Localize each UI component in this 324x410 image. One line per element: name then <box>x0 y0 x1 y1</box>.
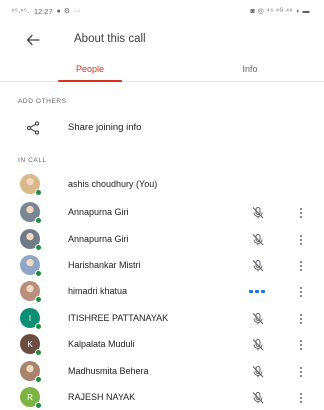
page-title: About this call <box>74 33 146 45</box>
participant-row[interactable]: I ITISHREE PATTANAYAK <box>0 306 324 332</box>
participant-row[interactable]: K Kalpalata Muduli <box>0 332 324 358</box>
avatar-wrap <box>20 229 42 251</box>
share-joining-info-button[interactable]: Share joining info <box>0 114 324 142</box>
presence-dot <box>35 217 42 224</box>
presence-dot <box>35 349 42 356</box>
mic-off-icon[interactable] <box>250 390 266 406</box>
share-joining-info-label: Share joining info <box>68 122 142 133</box>
avatar-wrap <box>20 255 42 277</box>
participant-row[interactable]: R RAJESH NAYAK <box>0 385 324 410</box>
status-bar: ⁿ⁵.ⁿ⁵. 12:27 ● ⚙ ··· ◙ ◎ ⁴⁶ ⁴ᴳ ⁴⁶ ◖ ▬ <box>0 0 324 22</box>
presence-dot <box>35 189 42 196</box>
participant-name: Kalpalata Muduli <box>68 339 135 349</box>
mic-off-icon[interactable] <box>250 337 266 353</box>
participant-name: Madhusmita Behera <box>68 366 149 376</box>
more-options-button[interactable] <box>296 232 306 248</box>
system-icons: ◙ ◎ ⁴⁶ ⁴ᴳ ⁴⁶ ◖ ▬ <box>250 8 310 15</box>
participant-row[interactable]: Annapurna Giri <box>0 227 324 253</box>
participant-row[interactable]: Madhusmita Behera <box>0 359 324 385</box>
mic-off-icon[interactable] <box>250 232 266 248</box>
participant-name: Annapurna Giri <box>68 207 129 217</box>
avatar-wrap: K <box>20 334 42 356</box>
tab-selected-indicator <box>58 80 122 82</box>
status-time: 12:27 <box>33 6 53 16</box>
more-options-button[interactable] <box>296 390 306 406</box>
participant-name: RAJESH NAYAK <box>68 392 136 402</box>
presence-dot <box>35 296 42 303</box>
app-bar: About this call <box>0 24 324 56</box>
participant-name: ashis choudhury (You) <box>68 179 158 189</box>
mic-off-icon[interactable] <box>250 205 266 221</box>
mic-off-icon[interactable] <box>250 258 266 274</box>
participant-name: Harishankar Mistri <box>68 260 141 270</box>
participant-name: himadri khatua <box>68 286 128 296</box>
mic-off-icon[interactable] <box>250 311 266 327</box>
avatar-wrap: I <box>20 308 42 330</box>
more-options-button[interactable] <box>296 258 306 274</box>
participant-name: ITISHREE PATTANAYAK <box>68 313 169 323</box>
section-add-others: ADD OTHERS <box>18 98 67 105</box>
presence-dot <box>35 402 42 409</box>
presence-dot <box>35 376 42 383</box>
avatar-initial: R <box>27 392 33 402</box>
notification-icons: ● ⚙ ··· <box>56 8 82 15</box>
presence-dot <box>35 323 42 330</box>
tab-bar: People Info <box>0 56 324 82</box>
speaking-indicator-icon <box>249 290 265 293</box>
mic-off-icon[interactable] <box>250 364 266 380</box>
avatar-wrap <box>20 174 42 196</box>
presence-dot <box>35 270 42 277</box>
participant-row[interactable]: Annapurna Giri <box>0 200 324 226</box>
participant-row[interactable]: Harishankar Mistri <box>0 253 324 279</box>
more-options-button[interactable] <box>296 311 306 327</box>
participant-name: Annapurna Giri <box>68 234 129 244</box>
avatar-wrap: R <box>20 387 42 409</box>
participant-row[interactable]: ashis choudhury (You) <box>0 172 324 198</box>
avatar-wrap <box>20 281 42 303</box>
avatar-initial: K <box>27 339 33 349</box>
more-options-button[interactable] <box>296 364 306 380</box>
participant-row[interactable]: himadri khatua <box>0 279 324 305</box>
tab-people[interactable]: People <box>48 56 132 82</box>
signal-icon: ⁿ⁵.ⁿ⁵. <box>12 7 30 15</box>
tab-info[interactable]: Info <box>208 56 292 82</box>
more-options-button[interactable] <box>296 284 306 300</box>
avatar-wrap <box>20 202 42 224</box>
more-options-button[interactable] <box>296 337 306 353</box>
more-options-button[interactable] <box>296 205 306 221</box>
back-button[interactable] <box>22 30 44 50</box>
status-left: ⁿ⁵.ⁿ⁵. 12:27 ● ⚙ ··· <box>12 7 81 16</box>
share-icon <box>26 121 40 135</box>
presence-dot <box>35 244 42 251</box>
status-right: ◙ ◎ ⁴⁶ ⁴ᴳ ⁴⁶ ◖ ▬ <box>251 7 311 15</box>
arrow-left-icon <box>26 34 40 46</box>
section-in-call: IN CALL <box>18 157 47 164</box>
avatar-wrap <box>20 361 42 383</box>
avatar-initial: I <box>28 313 32 323</box>
